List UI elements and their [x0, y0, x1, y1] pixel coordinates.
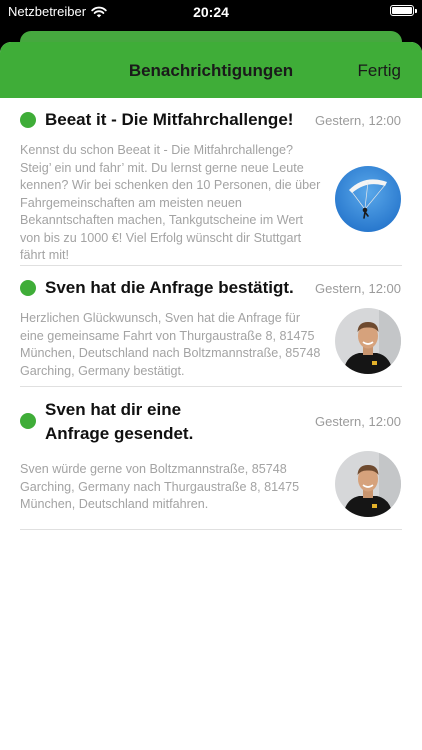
notification-title: Beeat it - Die Mitfahrchallenge! [45, 110, 294, 129]
done-button[interactable]: Fertig [358, 61, 401, 81]
unread-dot-icon [20, 413, 36, 429]
parachute-photo [335, 166, 401, 232]
notification-item[interactable]: Beeat it - Die Mitfahrchallenge! Gestern… [20, 98, 402, 266]
unread-dot-icon [20, 112, 36, 128]
battery-icon [390, 5, 417, 16]
notification-date: Gestern, 12:00 [315, 414, 401, 429]
notification-body: Herzlichen Glückwunsch, Sven hat die Anf… [20, 311, 321, 378]
unread-dot-icon [20, 280, 36, 296]
clock: 20:24 [193, 4, 229, 20]
notification-title: Sven hat die Anfrage bestätigt. [45, 278, 294, 297]
navigation-bar: Benachrichtigungen Fertig [0, 42, 422, 98]
notification-body: Sven würde gerne von Boltzmannstraße, 85… [20, 462, 300, 511]
notification-date: Gestern, 12:00 [315, 281, 401, 296]
notification-body: Kennst du schon Beeat it - Die Mitfahrch… [20, 143, 321, 262]
notification-item[interactable]: Sven hat dir eine Anfrage gesendet. Gest… [20, 387, 402, 530]
avatar [335, 451, 401, 517]
notification-title: Sven hat dir eine Anfrage gesendet. [45, 400, 194, 443]
notifications-sheet: Benachrichtigungen Fertig Beeat it - Die… [0, 42, 422, 750]
status-bar: Netzbetreiber 20:24 [0, 0, 422, 22]
notification-item[interactable]: Sven hat die Anfrage bestätigt. Gestern,… [20, 266, 402, 387]
avatar [335, 308, 401, 374]
notification-date: Gestern, 12:00 [315, 113, 401, 128]
